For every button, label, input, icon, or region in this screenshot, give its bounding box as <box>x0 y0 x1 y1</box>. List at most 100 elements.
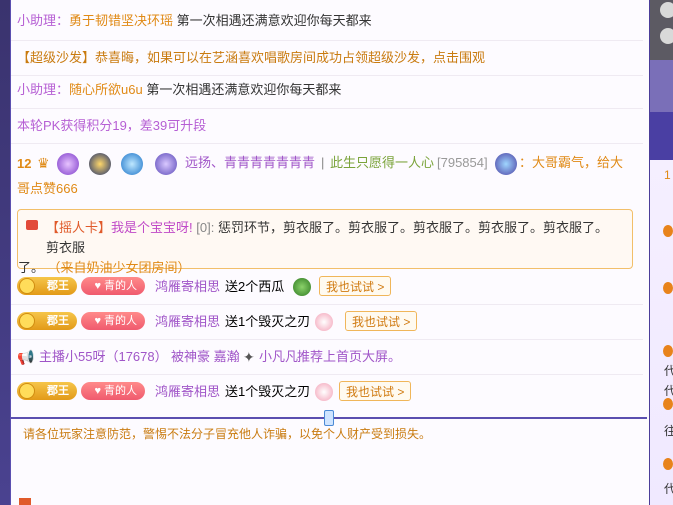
blue-shield-icon <box>121 153 143 175</box>
rank-badge-label: 郡王 <box>47 280 69 292</box>
gift-text: 送1个毁灭之刃 <box>225 314 311 329</box>
avatar[interactable] <box>660 2 673 18</box>
fan-badge-label: 青的人 <box>104 385 137 397</box>
recommend-message: 📢 主播小55呀（17678） 被神豪 嘉瀚 ✦ 小凡凡 推荐上首页大屏。 <box>17 346 637 368</box>
recommend-text: 推荐上首页大屏。 <box>297 349 402 364</box>
chat-message: 小助理：随心所欲u6u 第一次相遇还满意欢迎你每天都来 <box>17 81 341 99</box>
fan-badge: ♥ 青的人 <box>81 382 145 400</box>
rank-badge: 郡王 <box>17 382 77 400</box>
card-flag-icon <box>26 220 38 230</box>
username-link[interactable]: 鸿雁寄相思 <box>155 381 220 403</box>
message-text: 第一次相遇还满意欢迎你每天都来 <box>173 13 372 28</box>
username-link[interactable]: 鸿雁寄相思 <box>155 276 220 298</box>
try-gift-button[interactable]: 我也试试 > <box>319 276 392 296</box>
avatar[interactable] <box>660 28 673 44</box>
megaphone-icon: 📢 <box>17 349 35 365</box>
divider <box>11 40 643 41</box>
card-label: 【摇人卡】 <box>46 220 112 235</box>
rank-badge: 郡王 <box>17 312 77 330</box>
coin-icon <box>19 313 35 329</box>
fan-badge-label: 青的人 <box>104 280 137 292</box>
chat-message: 小助理：勇于韧错坚决环瑶 第一次相遇还满意欢迎你每天都来 <box>17 12 372 30</box>
card-content: 【摇人卡】我是个宝宝呀! [0]: 惩罚环节，剪衣服了。剪衣服了。剪衣服了。剪衣… <box>18 218 620 278</box>
resize-handle[interactable] <box>324 410 334 426</box>
sidebar-number: 1 <box>664 168 671 182</box>
divider <box>11 339 643 340</box>
username-link[interactable]: 被神豪 嘉瀚 <box>171 346 240 368</box>
chat-log[interactable]: 小助理：勇于韧错坚决环瑶 第一次相遇还满意欢迎你每天都来 【超级沙发】恭喜晦，如… <box>11 0 643 410</box>
blade-gift-icon <box>315 313 333 331</box>
card-source-room[interactable]: （来自奶油少女团房间） <box>54 260 191 275</box>
rank-badge: 郡王 <box>17 277 77 295</box>
divider <box>11 374 643 375</box>
safety-notice: 请各位玩家注意防范，警惕不法分子冒充他人诈骗，以免个人财产受到损失。 <box>23 427 432 441</box>
avatar-badge-icon <box>155 153 177 175</box>
username-link[interactable]: 我是个宝宝呀! <box>111 220 193 235</box>
sidebar-item-icon[interactable] <box>663 225 673 237</box>
assistant-label: 小助理： <box>17 13 70 28</box>
sidebar-item-icon[interactable] <box>663 398 673 410</box>
user-chat-message: 12 ♛ 远扬、青青青青青青青 | 此生只愿得一人心 [795854] ：大哥霸… <box>17 153 637 196</box>
rank-badge-label: 郡王 <box>47 315 69 327</box>
rank-badge-label: 郡王 <box>47 385 69 397</box>
sidebar-item-label: 代 <box>664 364 673 378</box>
gold-star-medal-icon <box>89 153 111 175</box>
username-link[interactable]: 随心所欲u6u <box>69 82 143 97</box>
username-link[interactable]: 远扬、青青青青青青青 <box>185 154 315 172</box>
host-link[interactable]: 主播小55呀（17678） <box>39 346 168 368</box>
crown-icon: ♛ <box>37 155 50 171</box>
user-signature: 此生只愿得一人心 <box>330 155 435 170</box>
message-text: ：大哥霸气，给大 <box>519 155 624 170</box>
gift-message: 郡王 ♥ 青的人 鸿雁寄相思 送1个毁灭之刃 我也试试 > <box>17 311 637 333</box>
blade-gift-icon <box>315 383 333 401</box>
divider <box>11 75 643 76</box>
sidebar-item-icon[interactable] <box>663 458 673 470</box>
chat-panel: 小助理：勇于韧错坚决环瑶 第一次相遇还满意欢迎你每天都来 【超级沙发】恭喜晦，如… <box>10 0 657 505</box>
pk-score-message: 本轮PK获得积分19，差39可升段 <box>17 118 207 133</box>
star-icon: ✦ <box>243 349 255 365</box>
user-level: 12 <box>17 156 32 171</box>
emoji-icon[interactable] <box>19 498 31 505</box>
heart-icon: ♥ <box>94 280 101 292</box>
username-link[interactable]: 鸿雁寄相思 <box>155 311 220 333</box>
target-link[interactable]: 小凡凡 <box>259 346 298 368</box>
assistant-label: 小助理： <box>17 82 70 97</box>
try-gift-button[interactable]: 我也试试 > <box>345 311 418 331</box>
try-gift-button[interactable]: 我也试试 > <box>339 381 412 401</box>
sidebar-item-label: 往 <box>664 424 673 438</box>
gift-message: 郡王 ♥ 青的人 鸿雁寄相思 送1个毁灭之刃 我也试试 > <box>17 381 637 403</box>
message-text-continued: 哥点赞666 <box>17 181 78 196</box>
message-text: 第一次相遇还满意欢迎你每天都来 <box>142 82 342 97</box>
gift-text: 送1个毁灭之刃 <box>225 384 311 399</box>
separator: | <box>321 155 325 170</box>
card-text-continued: 了。 <box>18 260 45 275</box>
coin-icon <box>19 278 35 294</box>
sidebar-band <box>650 112 673 160</box>
user-id: [795854] <box>437 155 488 170</box>
sidebar-item-icon[interactable] <box>663 282 673 294</box>
gift-message: 郡王 ♥ 青的人 鸿雁寄相思 送2个西瓜 我也试试 > <box>17 276 637 298</box>
heart-icon: ♥ <box>94 315 101 327</box>
coin-icon <box>19 383 35 399</box>
heart-icon: ♥ <box>94 385 101 397</box>
left-edge <box>0 0 10 505</box>
shake-card-message: 【摇人卡】我是个宝宝呀! [0]: 惩罚环节，剪衣服了。剪衣服了。剪衣服了。剪衣… <box>17 209 633 275</box>
watermelon-icon <box>293 278 311 296</box>
purple-medal-icon <box>57 153 79 175</box>
right-sidebar: 1 代 代 往 代 <box>650 0 673 505</box>
card-code: [0]: <box>192 220 215 235</box>
gift-text: 送2个西瓜 <box>225 279 285 294</box>
sidebar-item-label: 代 <box>664 384 673 398</box>
sidebar-item-icon[interactable] <box>663 345 673 357</box>
super-sofa-message[interactable]: 【超级沙发】恭喜晦，如果可以在艺涵喜欢唱歌房间成功占领超级沙发，点击围观 <box>17 49 485 67</box>
divider <box>11 143 643 144</box>
fan-badge: ♥ 青的人 <box>81 312 145 330</box>
divider <box>11 304 643 305</box>
vip-icon <box>495 153 517 175</box>
sidebar-item-label: 代 <box>664 482 673 496</box>
username-link[interactable]: 勇于韧错坚决环瑶 <box>69 13 173 28</box>
fan-badge-label: 青的人 <box>104 315 137 327</box>
fan-badge: ♥ 青的人 <box>81 277 145 295</box>
sidebar-list <box>650 160 673 505</box>
divider <box>11 108 643 109</box>
